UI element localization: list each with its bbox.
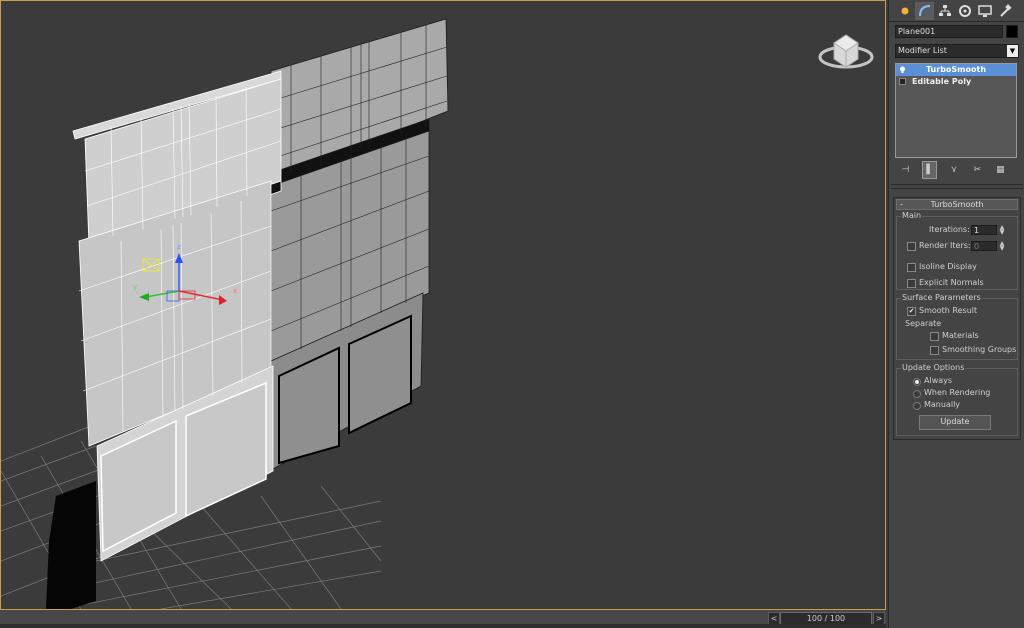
collapse-icon[interactable] <box>899 78 906 85</box>
smoothing-groups-checkbox[interactable] <box>930 346 939 355</box>
time-slider-bar: < 100 / 100 > <box>0 610 886 628</box>
hierarchy-icon <box>938 5 951 16</box>
facade-front <box>72 70 282 562</box>
when-rendering-radio[interactable] <box>913 390 921 398</box>
sun-icon <box>901 7 908 15</box>
when-rendering-label: When Rendering <box>924 388 991 397</box>
lightbulb-icon[interactable] <box>899 66 906 73</box>
remove-modifier-icon[interactable]: ✂ <box>971 162 984 178</box>
smoothing-groups-label: Smoothing Groups <box>942 345 1017 354</box>
tab-divider <box>889 21 1024 22</box>
iterations-spinner-arrows[interactable]: ▲ ▼ <box>998 225 1006 236</box>
smooth-result-label: Smooth Result <box>919 306 978 315</box>
stack-item-editable-poly[interactable]: Editable Poly <box>896 76 1016 88</box>
modify-curve-icon <box>918 5 930 17</box>
render-iters-spinner[interactable]: 0 <box>971 241 997 251</box>
object-color-swatch[interactable] <box>1006 25 1018 38</box>
manually-label: Manually <box>924 400 961 409</box>
materials-checkbox[interactable] <box>930 332 939 341</box>
facade-back <box>270 18 449 470</box>
make-unique-icon[interactable]: ⋎ <box>947 162 960 178</box>
viewport-canvas[interactable]: z x y <box>1 1 886 610</box>
isoline-display-label: Isoline Display <box>919 262 977 271</box>
stack-divider-2 <box>891 188 1023 189</box>
viewport-perspective[interactable]: z x y <box>0 0 886 610</box>
isoline-display-checkbox[interactable] <box>907 263 916 272</box>
create-tab[interactable] <box>895 2 914 20</box>
axis-label-x: x <box>233 287 237 295</box>
hierarchy-tab[interactable] <box>935 2 954 20</box>
timeline-track[interactable] <box>0 624 886 628</box>
axis-label-z: z <box>177 243 181 251</box>
render-iters-spinner-arrows[interactable]: ▲ ▼ <box>998 241 1006 252</box>
object-name-field[interactable]: Plane001 <box>895 25 1003 38</box>
render-iters-checkbox[interactable] <box>907 242 916 251</box>
manually-radio[interactable] <box>913 402 921 410</box>
main-group-title: Main <box>901 211 923 221</box>
show-end-result-icon[interactable]: ▌ <box>922 161 938 179</box>
main-group: Main Iterations: 1 ▲ ▼ Render Iters: 0 ▲ ▼… <box>896 211 1018 290</box>
explicit-normals-checkbox[interactable] <box>907 279 916 288</box>
always-label: Always <box>924 376 953 385</box>
surface-parameters-group: Surface Parameters ✔ Smooth Result Separ… <box>896 293 1018 360</box>
pin-stack-icon[interactable]: ⊣ <box>899 162 912 178</box>
hammer-icon <box>999 4 1012 17</box>
smooth-result-checkbox[interactable]: ✔ <box>907 307 916 316</box>
update-options-title: Update Options <box>901 363 966 373</box>
turbosmooth-rollout: - TurboSmooth Main Iterations: 1 ▲ ▼ Rend… <box>893 197 1021 440</box>
monitor-icon <box>977 5 992 17</box>
viewcube-icon <box>818 34 874 69</box>
configure-sets-icon[interactable]: ▦ <box>994 162 1007 178</box>
separate-label: Separate <box>905 319 942 328</box>
stack-item-label: TurboSmooth <box>925 65 987 74</box>
utilities-tab[interactable] <box>995 2 1014 20</box>
axis-label-y: y <box>133 283 137 291</box>
stack-toolbar: ⊣ ▌ ⋎ ✂ ▦ <box>895 160 1017 180</box>
command-panel: Plane001 Modifier List ▼ TurboSmooth Edi… <box>888 0 1024 628</box>
stack-item-label: Editable Poly <box>912 77 972 86</box>
motion-tab[interactable] <box>955 2 974 20</box>
command-panel-tabs <box>895 2 1021 20</box>
surface-parameters-title: Surface Parameters <box>901 293 982 303</box>
update-button[interactable]: Update <box>919 415 991 430</box>
render-iters-label: Render Iters: <box>919 241 971 250</box>
wall-shadow <box>46 481 96 609</box>
materials-label: Materials <box>942 331 979 340</box>
display-tab[interactable] <box>975 2 994 20</box>
modify-tab[interactable] <box>915 2 934 20</box>
explicit-normals-label: Explicit Normals <box>919 278 984 287</box>
chevron-down-icon: ▼ <box>1007 45 1018 57</box>
iterations-label: Iterations: <box>929 225 970 234</box>
update-options-group: Update Options Always When Rendering Man… <box>896 363 1018 436</box>
modifier-list-label: Modifier List <box>898 46 947 55</box>
modifier-stack: TurboSmooth Editable Poly <box>895 63 1017 158</box>
minus-icon: - <box>900 200 903 209</box>
rollout-header[interactable]: - TurboSmooth <box>896 199 1018 210</box>
stack-divider <box>891 184 1023 185</box>
iterations-spinner[interactable]: 1 <box>971 225 997 235</box>
motion-icon <box>958 5 971 17</box>
always-radio[interactable] <box>913 378 921 386</box>
rollout-title: TurboSmooth <box>930 200 984 209</box>
stack-item-turbosmooth[interactable]: TurboSmooth <box>896 64 1016 76</box>
modifier-list-dropdown[interactable]: Modifier List ▼ <box>895 44 1019 58</box>
